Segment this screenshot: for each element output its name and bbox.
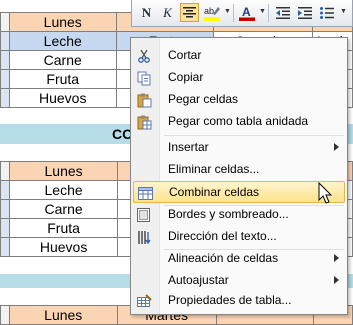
paste-nested-icon xyxy=(136,114,152,130)
svg-text:A: A xyxy=(242,5,251,19)
table-cell[interactable]: Fruta xyxy=(8,218,119,238)
menu-item-label: Cortar xyxy=(168,48,202,62)
menu-item-text-direction[interactable]: Dirección del texto... xyxy=(133,226,345,248)
bold-button[interactable]: N xyxy=(137,3,156,22)
decrease-indent-button[interactable] xyxy=(273,3,292,22)
borders-icon xyxy=(136,207,152,223)
chevron-right-icon xyxy=(334,276,339,284)
paste-icon xyxy=(136,92,152,108)
decrease-indent-icon xyxy=(275,6,290,19)
menu-item-autofit[interactable]: Autoajustar xyxy=(133,270,345,292)
table-cell[interactable]: Carne xyxy=(8,199,119,219)
menu-item-delete-cells[interactable]: Eliminar celdas... xyxy=(133,159,345,181)
svg-text:ab: ab xyxy=(204,6,214,16)
table-cell[interactable]: Fruta xyxy=(8,69,117,89)
menu-item-cut[interactable]: Cortar xyxy=(133,45,345,67)
menu-item-label: Dirección del texto... xyxy=(168,229,277,243)
header-cell[interactable]: Lunes xyxy=(8,305,118,325)
header-cell-lunes[interactable]: Lunes xyxy=(8,12,117,32)
bullet-list-icon xyxy=(320,6,334,19)
table-cell[interactable]: Huevos xyxy=(8,237,119,257)
table-cell[interactable]: Huevos xyxy=(8,88,117,108)
chevron-right-icon xyxy=(334,143,339,151)
chevron-down-icon[interactable]: ▼ xyxy=(340,8,347,15)
align-center-button[interactable] xyxy=(180,3,199,22)
table-cell[interactable]: Carne xyxy=(8,50,117,70)
increase-indent-icon xyxy=(297,6,312,19)
menu-item-insert[interactable]: Insertar xyxy=(133,137,345,159)
menu-item-paste-nested[interactable]: Pegar como tabla anidada xyxy=(133,111,345,133)
merge-cells-icon xyxy=(137,185,153,201)
menu-item-copy[interactable]: Copiar xyxy=(133,67,345,89)
bullets-button[interactable] xyxy=(317,3,337,22)
menu-item-label: Bordes y sombreado... xyxy=(168,207,289,221)
table-cell[interactable]: Leche xyxy=(8,31,117,51)
menu-item-label: Alineación de celdas xyxy=(168,251,279,265)
italic-icon: K xyxy=(163,4,172,20)
chevron-down-icon[interactable]: ▼ xyxy=(259,8,266,15)
menu-item-label: Copiar xyxy=(168,70,204,84)
menu-item-label: Combinar celdas xyxy=(169,185,260,199)
menu-item-label: Pegar como tabla anidada xyxy=(168,114,309,128)
menu-item-paste-cells[interactable]: Pegar celdas xyxy=(133,89,345,111)
menu-item-label: Propiedades de tabla... xyxy=(168,293,292,307)
menu-item-cell-alignment[interactable]: Alineación de celdas xyxy=(133,248,345,270)
menu-item-label: Pegar celdas xyxy=(168,92,239,106)
context-menu: Cortar Copiar Pegar celdas Pegar como ta… xyxy=(130,37,348,315)
menu-item-table-properties[interactable]: Propiedades de tabla... xyxy=(133,290,345,312)
header-cell-lunes[interactable]: Lunes xyxy=(8,161,119,181)
table-properties-icon xyxy=(136,293,152,309)
increase-indent-button[interactable] xyxy=(295,3,314,22)
highlight-button[interactable]: ab xyxy=(202,3,222,22)
text-direction-icon xyxy=(136,229,152,245)
menu-item-merge-cells[interactable]: Combinar celdas xyxy=(133,181,345,203)
chevron-right-icon xyxy=(334,254,339,262)
menu-item-label: Eliminar celdas... xyxy=(168,162,260,176)
menu-item-borders-shading[interactable]: Bordes y sombreado... xyxy=(133,204,345,226)
chevron-down-icon[interactable]: ▼ xyxy=(224,8,231,15)
menu-item-label: Insertar xyxy=(168,140,209,154)
italic-button[interactable]: K xyxy=(158,3,177,22)
table-cell[interactable]: Leche xyxy=(8,180,119,200)
copy-icon xyxy=(136,70,152,86)
menu-item-label: Autoajustar xyxy=(168,273,229,287)
highlighter-icon: ab xyxy=(204,6,220,21)
font-color-button[interactable]: A xyxy=(237,3,257,22)
mouse-cursor-icon xyxy=(318,182,333,204)
font-color-icon: A xyxy=(239,5,255,21)
mini-toolbar: N K ab ▼ A ▼ ▼ xyxy=(131,0,353,27)
align-center-icon xyxy=(183,7,196,18)
scissors-icon xyxy=(136,48,152,64)
